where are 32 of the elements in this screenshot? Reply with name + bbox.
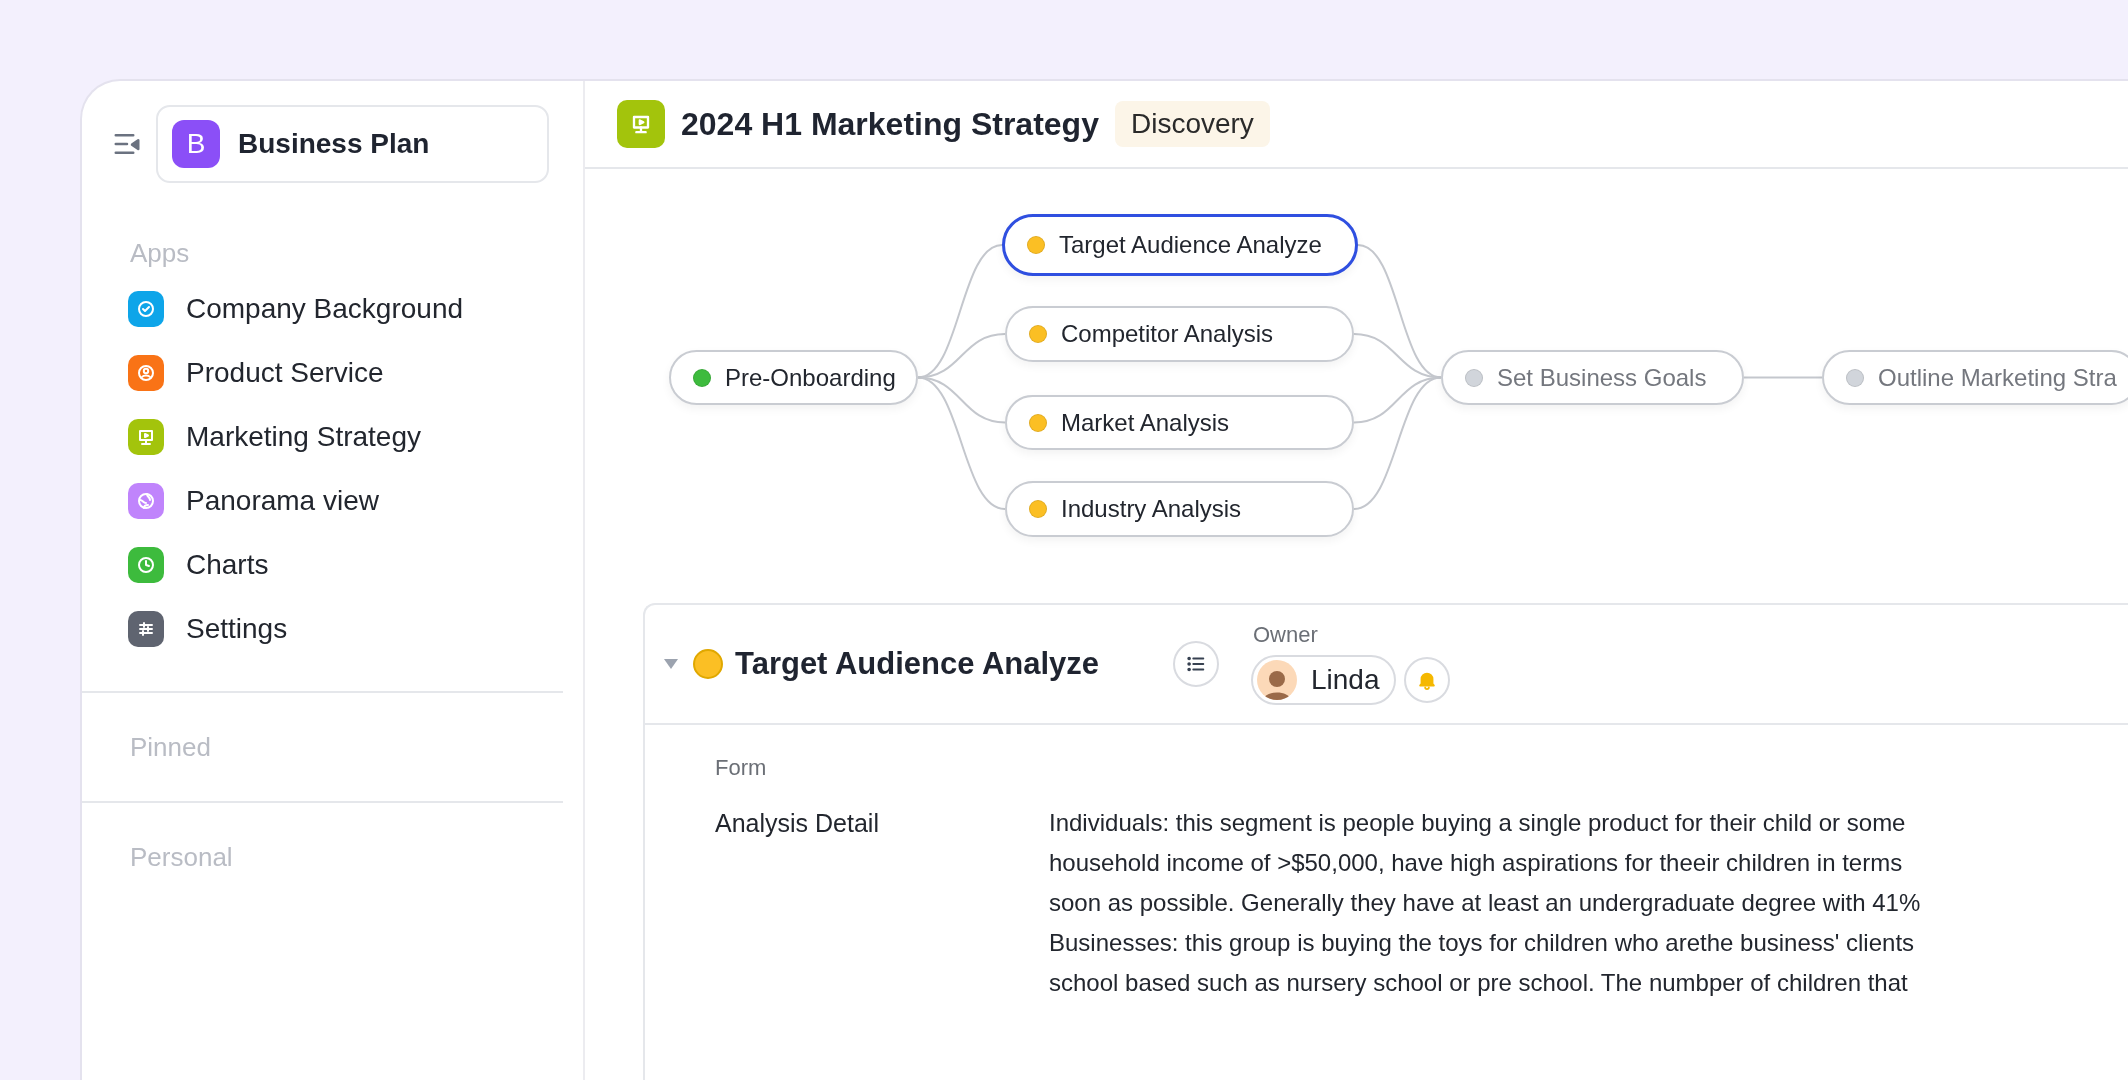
- form-label: Form: [715, 754, 768, 782]
- sidebar-item[interactable]: Charts: [82, 533, 563, 597]
- field-text: household income of >$50,000, have high aspirations for theeir children in terms: [1049, 848, 1904, 878]
- flow-node[interactable]: Target Audience Analyze: [1002, 214, 1358, 276]
- sidebar-item[interactable]: Panorama view: [82, 469, 563, 533]
- workspace-selector[interactable]: B Business Plan: [156, 105, 549, 183]
- flow-node[interactable]: Competitor Analysis: [1005, 306, 1354, 362]
- section-heading: Personal: [129, 840, 234, 874]
- flow-node[interactable]: Pre-Onboarding: [669, 350, 918, 405]
- field-text: Businesses: this group is buying the toys for children who arethe business' clients: [1049, 928, 1916, 958]
- field-text: Individuals: this segment is people buying a single product for their child or some: [1049, 808, 1907, 838]
- task-title: Target Audience Analyze: [735, 644, 1101, 683]
- status-badge: Discovery: [1114, 101, 1270, 147]
- sidebar-item[interactable]: Product Service: [82, 341, 563, 405]
- avatar-silhouette-icon: [1257, 659, 1297, 700]
- field-text: school based such as nursery school or pre school. The numbper of children that: [1049, 968, 1909, 998]
- sidebar-item[interactable]: Settings: [82, 597, 563, 661]
- section-heading: Pinned: [129, 730, 212, 764]
- sidebar-item[interactable]: Marketing Strategy: [82, 405, 563, 469]
- field-label: Analysis Detail: [715, 808, 880, 839]
- presentation-icon: [617, 100, 665, 148]
- workspace-avatar: B: [172, 120, 220, 168]
- owner-chip[interactable]: Linda: [1251, 654, 1396, 705]
- sidebar-item[interactable]: Company Background: [82, 277, 563, 341]
- workspace-name: Business Plan: [238, 127, 430, 161]
- field-text: soon as possible. Generally they have at least an undergraduate degree with 41%: [1049, 888, 1921, 918]
- section-heading: Apps: [129, 236, 191, 270]
- owner-label: Owner: [1252, 620, 1319, 649]
- page-title: 2024 H1 Marketing Strategy: [681, 105, 1099, 144]
- list-button[interactable]: [1173, 641, 1219, 687]
- flow-node[interactable]: Market Analysis: [1005, 395, 1354, 450]
- flow-node[interactable]: Industry Analysis: [1005, 481, 1354, 537]
